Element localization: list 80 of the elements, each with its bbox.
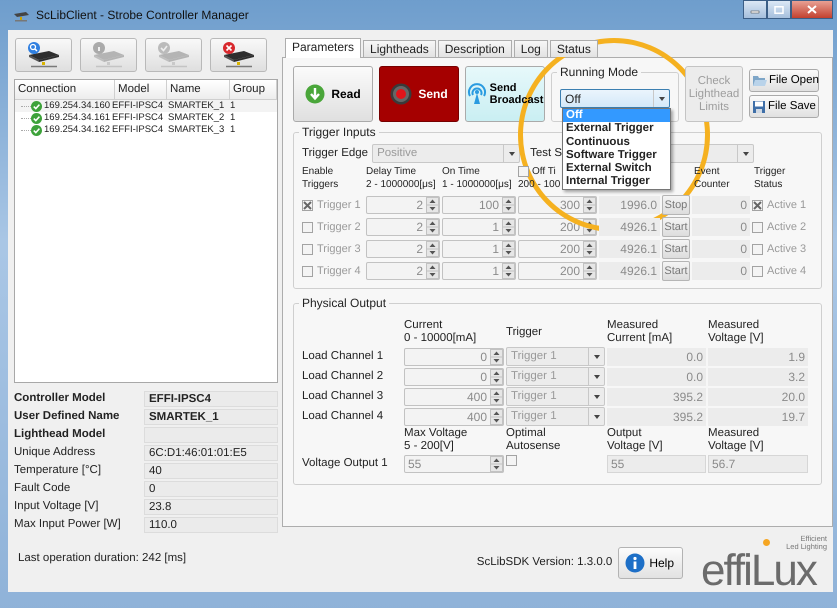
column-header: Current 0 - 10000[mA] — [404, 319, 478, 345]
counter-field: 0 — [692, 196, 750, 214]
frequency-field: 4926.1 — [599, 240, 660, 258]
table-cell-text: 1 — [230, 112, 236, 124]
info-field: 40 — [144, 462, 278, 479]
table-cell-text: 169.254.34.160 — [44, 100, 112, 112]
output-voltage-field: 55 — [607, 455, 706, 473]
table-cell-text: 1 — [230, 124, 236, 136]
status-text: Last operation duration: 242 [ms] — [17, 550, 188, 566]
measured-current-field: 395.2 — [607, 388, 706, 406]
column-header: Off Ti — [532, 165, 556, 178]
column-header: Measured Voltage [V] — [708, 319, 765, 345]
checkbox-label: Trigger 2 — [317, 220, 361, 235]
column-header: Measured Current [mA] — [607, 319, 674, 345]
field-label: Test S — [530, 146, 562, 161]
checkbox-label: Trigger 1 — [317, 198, 361, 213]
table-cell-text: SMARTEK_2 — [168, 112, 226, 124]
info-field: 23.8 — [144, 498, 278, 515]
row-label: Load Channel 2 — [302, 368, 384, 384]
counter-field: 0 — [692, 218, 750, 236]
field-label: Fault Code — [14, 481, 72, 496]
table-cell-text: 1 — [230, 100, 236, 112]
logo-wordmark: effiLux — [701, 550, 816, 590]
measured-voltage-field: 20.0 — [708, 388, 808, 406]
field-label: Max Input Power [W] — [14, 517, 122, 532]
measured-voltage-field: 19.7 — [708, 408, 808, 426]
table-cell-text: EFFI-IPSC4 — [112, 124, 164, 136]
column-header: Max Voltage 5 - 200[V] — [404, 427, 468, 453]
field-label: User Defined Name — [14, 409, 120, 424]
measured-voltage-field: 1.9 — [708, 348, 808, 366]
group-title: Running Mode — [559, 66, 640, 79]
column-header: Optimal Autosense — [506, 427, 562, 453]
table-cell-text: EFFI-IPSC4 — [112, 112, 164, 124]
column-header: Trigger — [506, 326, 543, 338]
frequency-field: 1996.0 — [599, 196, 660, 214]
checkbox-label: Active 1 — [767, 198, 806, 213]
column-header: On Time 1 - 1000000[μs] — [442, 165, 513, 191]
field-label: Temperature [°C] — [14, 463, 102, 478]
column-header: Measured Voltage [V] — [708, 427, 765, 453]
field-label: Unique Address — [14, 445, 96, 460]
measured-voltage-field: 56.7 — [708, 455, 808, 473]
table-cell-text: SMARTEK_3 — [168, 124, 226, 136]
column-header: Trigger Status — [754, 165, 786, 191]
info-field: EFFI-IPSC4 — [144, 390, 278, 407]
measured-current-field: 0.0 — [607, 368, 706, 386]
checkbox-label: Active 4 — [767, 264, 806, 279]
table-cell-text: EFFI-IPSC4 — [112, 100, 164, 112]
version-text: ScLibSDK Version: 1.3.0.0 — [476, 554, 612, 570]
field-label: Trigger Edge — [302, 146, 368, 161]
row-label: Load Channel 4 — [302, 408, 384, 424]
row-label: Load Channel 3 — [302, 388, 384, 404]
table-cell-text: SMARTEK_1 — [168, 100, 226, 112]
table-cell-text: 169.254.34.162 — [44, 124, 112, 136]
group-title: Trigger Inputs — [301, 126, 377, 139]
frequency-field: 4926.1 — [599, 262, 660, 280]
measured-voltage-field: 3.2 — [708, 368, 808, 386]
frequency-field: 4926.1 — [599, 218, 660, 236]
info-field: 110.0 — [144, 516, 278, 533]
column-header: Delay Time 2 - 1000000[μs] — [366, 165, 437, 191]
checkbox-label: Trigger 3 — [317, 242, 361, 257]
field-label: Input Voltage [V] — [14, 499, 100, 514]
checkbox-label: Trigger 4 — [317, 264, 361, 279]
column-header: Enable Triggers — [302, 165, 340, 191]
field-label: Controller Model — [14, 391, 106, 406]
checkbox-label: Active 3 — [767, 242, 806, 257]
row-label: Load Channel 1 — [302, 348, 384, 364]
table-cell-text: 169.254.34.161 — [44, 112, 112, 124]
field-label: Lighthead Model — [14, 427, 106, 442]
measured-current-field: 395.2 — [607, 408, 706, 426]
counter-field: 0 — [692, 240, 750, 258]
info-field: 6C:D1:46:01:01:E5 — [144, 444, 278, 461]
measured-current-field: 0.0 — [607, 348, 706, 366]
window-title: ScLibClient - Strobe Controller Manager — [36, 7, 249, 24]
group-title: Physical Output — [301, 297, 388, 310]
row-label: Voltage Output 1 — [302, 456, 389, 472]
counter-field: 0 — [692, 262, 750, 280]
column-header: Output Voltage [V] — [607, 427, 664, 453]
checkbox-label: Active 2 — [767, 220, 806, 235]
info-field: 0 — [144, 480, 278, 497]
info-field: SMARTEK_1 — [144, 408, 278, 425]
